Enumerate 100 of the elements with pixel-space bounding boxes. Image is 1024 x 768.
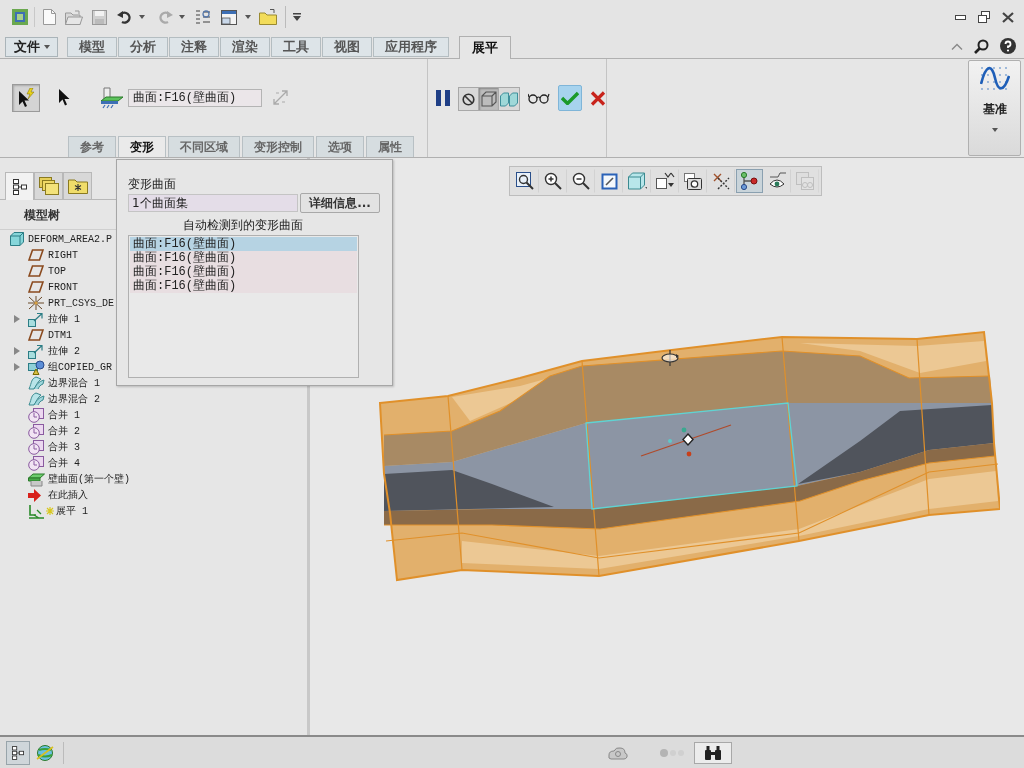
grouped-shapes-icon <box>28 359 45 375</box>
surface-list-item[interactable]: 曲面:F16(壁曲面) <box>130 279 357 293</box>
caret-icon[interactable] <box>139 15 145 19</box>
caret-icon[interactable] <box>179 15 185 19</box>
tree-item[interactable]: 边界混合 1 <box>0 375 100 391</box>
camera-icon <box>684 172 702 190</box>
no-entry-icon <box>462 92 475 106</box>
tree-item[interactable]: 合并 4 <box>0 455 80 471</box>
save-icon[interactable] <box>92 9 107 25</box>
tree-item[interactable]: 边界混合 2 <box>0 391 100 407</box>
node-graph-icon <box>740 172 758 190</box>
checkmark-icon <box>561 91 579 105</box>
find-button[interactable] <box>694 741 732 764</box>
merged-squares-icon <box>28 439 44 455</box>
pointer-icon <box>58 89 70 106</box>
caret-icon[interactable] <box>43 45 50 49</box>
ribbon-tab[interactable]: 分析 <box>118 37 168 57</box>
tree-item[interactable]: PRT_CSYS_DE <box>0 295 114 311</box>
expand-arrow-icon[interactable] <box>14 363 20 371</box>
cube-icon <box>10 232 24 246</box>
tree-item[interactable]: 合并 3 <box>0 439 80 455</box>
status-tool-button[interactable] <box>6 740 30 765</box>
box-arrow-icon <box>28 311 44 327</box>
details-button[interactable]: 详细信息... <box>300 193 380 213</box>
model-tree-heading: 模型树 <box>24 206 60 224</box>
tree-item[interactable]: TOP <box>0 263 66 279</box>
list-title: 自动检测到的变形曲面 <box>183 217 303 234</box>
close-icon[interactable] <box>1002 11 1014 23</box>
tree-item[interactable]: 拉伸 2 <box>0 343 80 359</box>
undo-icon[interactable] <box>117 10 133 24</box>
feature-tab[interactable]: 变形 <box>118 136 166 157</box>
tree-item[interactable]: 壁曲面(第一个壁) <box>0 471 130 487</box>
ribbon-tab[interactable]: 注释 <box>169 37 219 57</box>
file-menu-button[interactable]: 文件 <box>5 37 58 57</box>
cancel-x-icon[interactable] <box>590 91 606 106</box>
customize-caret-icon[interactable] <box>293 13 301 21</box>
surface-list-item[interactable]: 曲面:F16(壁曲面) <box>130 251 357 265</box>
feature-tab[interactable]: 参考 <box>68 136 116 157</box>
curved-sheets-icon <box>28 376 45 390</box>
crossed-axes-icon <box>711 172 731 190</box>
globe-icon <box>36 743 54 762</box>
datum-button[interactable]: 基准 <box>968 60 1021 156</box>
navigator-tab[interactable] <box>5 172 34 200</box>
surface-list-item[interactable]: 曲面:F16(壁曲面) <box>130 237 357 251</box>
window-icon[interactable] <box>221 9 237 25</box>
zoom-in-icon <box>544 172 562 190</box>
surface-reference-field[interactable]: 曲面:F16(壁曲面) <box>128 88 262 107</box>
tree-item[interactable]: 合并 2 <box>0 423 80 439</box>
help-icon[interactable] <box>1000 38 1016 54</box>
eye-plane-icon <box>767 172 787 190</box>
pause-icon[interactable] <box>436 90 450 106</box>
caret-icon[interactable] <box>245 15 251 19</box>
ribbon-tab[interactable]: 应用程序 <box>373 37 449 57</box>
tree-item[interactable]: 拉伸 1 <box>0 311 80 327</box>
wire-box-icon <box>480 91 497 107</box>
restore-icon[interactable] <box>978 11 990 23</box>
merged-squares-icon <box>28 407 44 423</box>
display-mode-button[interactable] <box>459 88 479 110</box>
expand-arrow-icon[interactable] <box>14 315 20 323</box>
feature-tab[interactable]: 属性 <box>366 136 414 157</box>
ribbon-tab[interactable]: 工具 <box>271 37 321 57</box>
ribbon-tab[interactable]: 模型 <box>67 37 117 57</box>
feature-tab[interactable]: 变形控制 <box>242 136 314 157</box>
tree-item[interactable]: 在此插入 <box>0 487 88 503</box>
tree-item[interactable]: RIGHT <box>0 247 78 263</box>
ribbon-tab[interactable]: 渲染 <box>220 37 270 57</box>
axis-handle-icon[interactable] <box>640 424 732 457</box>
surface-list-item[interactable]: 曲面:F16(壁曲面) <box>130 265 357 279</box>
feature-tab[interactable]: 选项 <box>316 136 364 157</box>
feature-tab[interactable]: 不同区域 <box>168 136 240 157</box>
search-icon[interactable] <box>974 38 989 54</box>
view-tool-button[interactable] <box>735 169 763 193</box>
folder-star-icon <box>67 178 88 194</box>
zoom-out-icon <box>572 172 590 190</box>
new-file-icon[interactable] <box>43 9 56 25</box>
ribbon-tab[interactable]: 展平 <box>459 36 511 59</box>
cube-icon <box>627 172 647 190</box>
tree-item[interactable]: DTM1 <box>0 327 72 343</box>
tree-item[interactable]: 组COPIED_GR <box>0 359 112 375</box>
list-icon[interactable] <box>195 9 211 25</box>
folder-icon[interactable] <box>259 9 277 25</box>
tree-item[interactable]: 合并 1 <box>0 407 80 423</box>
minimize-icon[interactable] <box>955 14 966 20</box>
surface-collector-field[interactable]: 1个曲面集 <box>128 194 298 212</box>
axes-cross-icon <box>28 296 44 310</box>
tree-item[interactable]: FRONT <box>0 279 78 295</box>
ribbon-tab[interactable]: 视图 <box>322 37 372 57</box>
caret-icon[interactable] <box>991 128 998 132</box>
expand-arrow-icon[interactable] <box>14 347 20 355</box>
stacked-sheets-icon <box>38 177 59 195</box>
tree-item[interactable]: DEFORM_AREA2.P <box>0 231 112 247</box>
select-tool-button[interactable] <box>12 83 40 112</box>
tree-item[interactable]: 展平 1 <box>0 503 88 519</box>
parallelogram-icon <box>28 249 44 261</box>
parallelogram-icon <box>28 265 44 277</box>
glasses-icon[interactable] <box>528 93 550 104</box>
boxes-icon <box>796 172 814 190</box>
parallelogram-icon <box>28 329 44 341</box>
display-mode-button[interactable] <box>479 88 499 110</box>
tag-box-icon <box>655 172 675 190</box>
